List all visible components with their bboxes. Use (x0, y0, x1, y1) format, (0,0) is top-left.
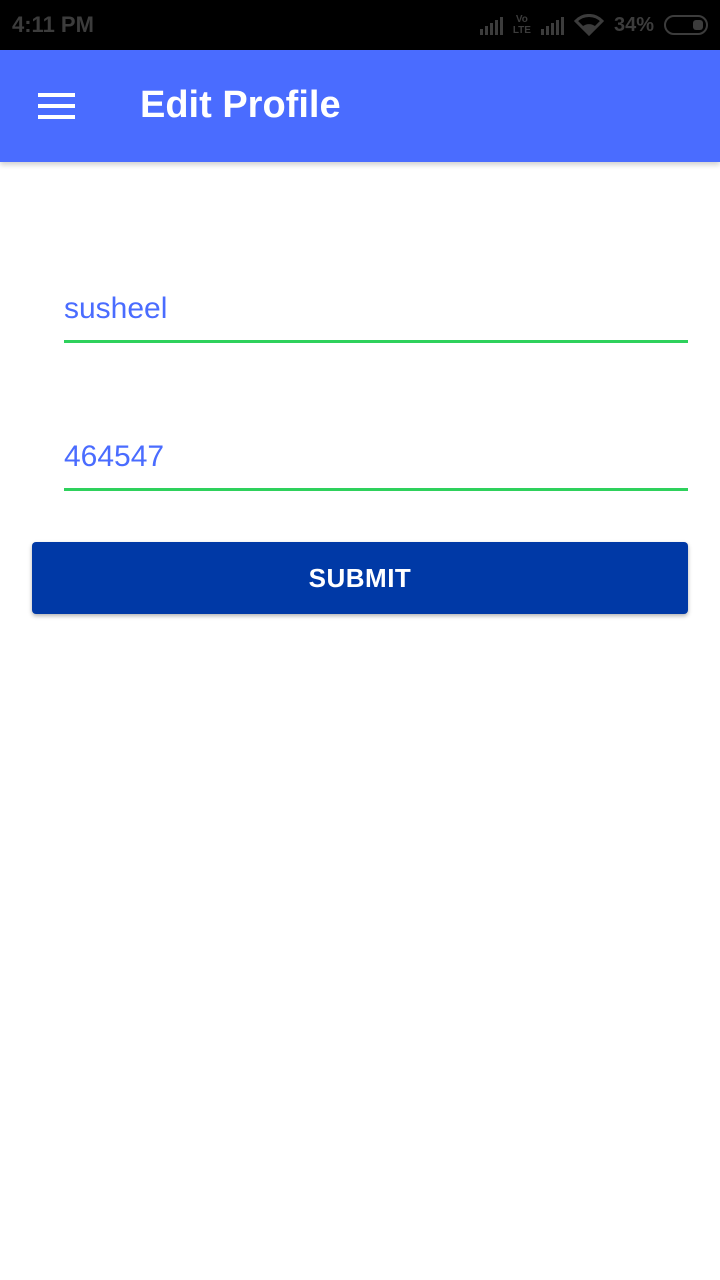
volte-top-label: Vo (515, 14, 528, 25)
name-input[interactable] (64, 292, 684, 326)
code-input[interactable] (64, 440, 684, 474)
signal-icon (479, 15, 503, 35)
wifi-icon (573, 14, 604, 36)
volte-icon: Vo LTE (513, 14, 531, 36)
page-title: Edit Profile (140, 84, 341, 126)
signal-icon (540, 15, 564, 35)
battery-icon (664, 15, 708, 35)
volte-bottom-label: LTE (512, 25, 531, 36)
status-icons: Vo LTE 34% (479, 10, 708, 40)
battery-percent: 34% (613, 13, 654, 36)
status-bar: 4:11 PM Vo LTE 34% (0, 0, 720, 50)
status-time: 4:11 PM (12, 12, 94, 37)
code-field (64, 428, 688, 491)
submit-button[interactable]: SUBMIT (32, 542, 688, 614)
hamburger-menu-icon[interactable] (30, 86, 82, 126)
name-field (64, 280, 688, 343)
app-bar: Edit Profile (0, 50, 720, 162)
